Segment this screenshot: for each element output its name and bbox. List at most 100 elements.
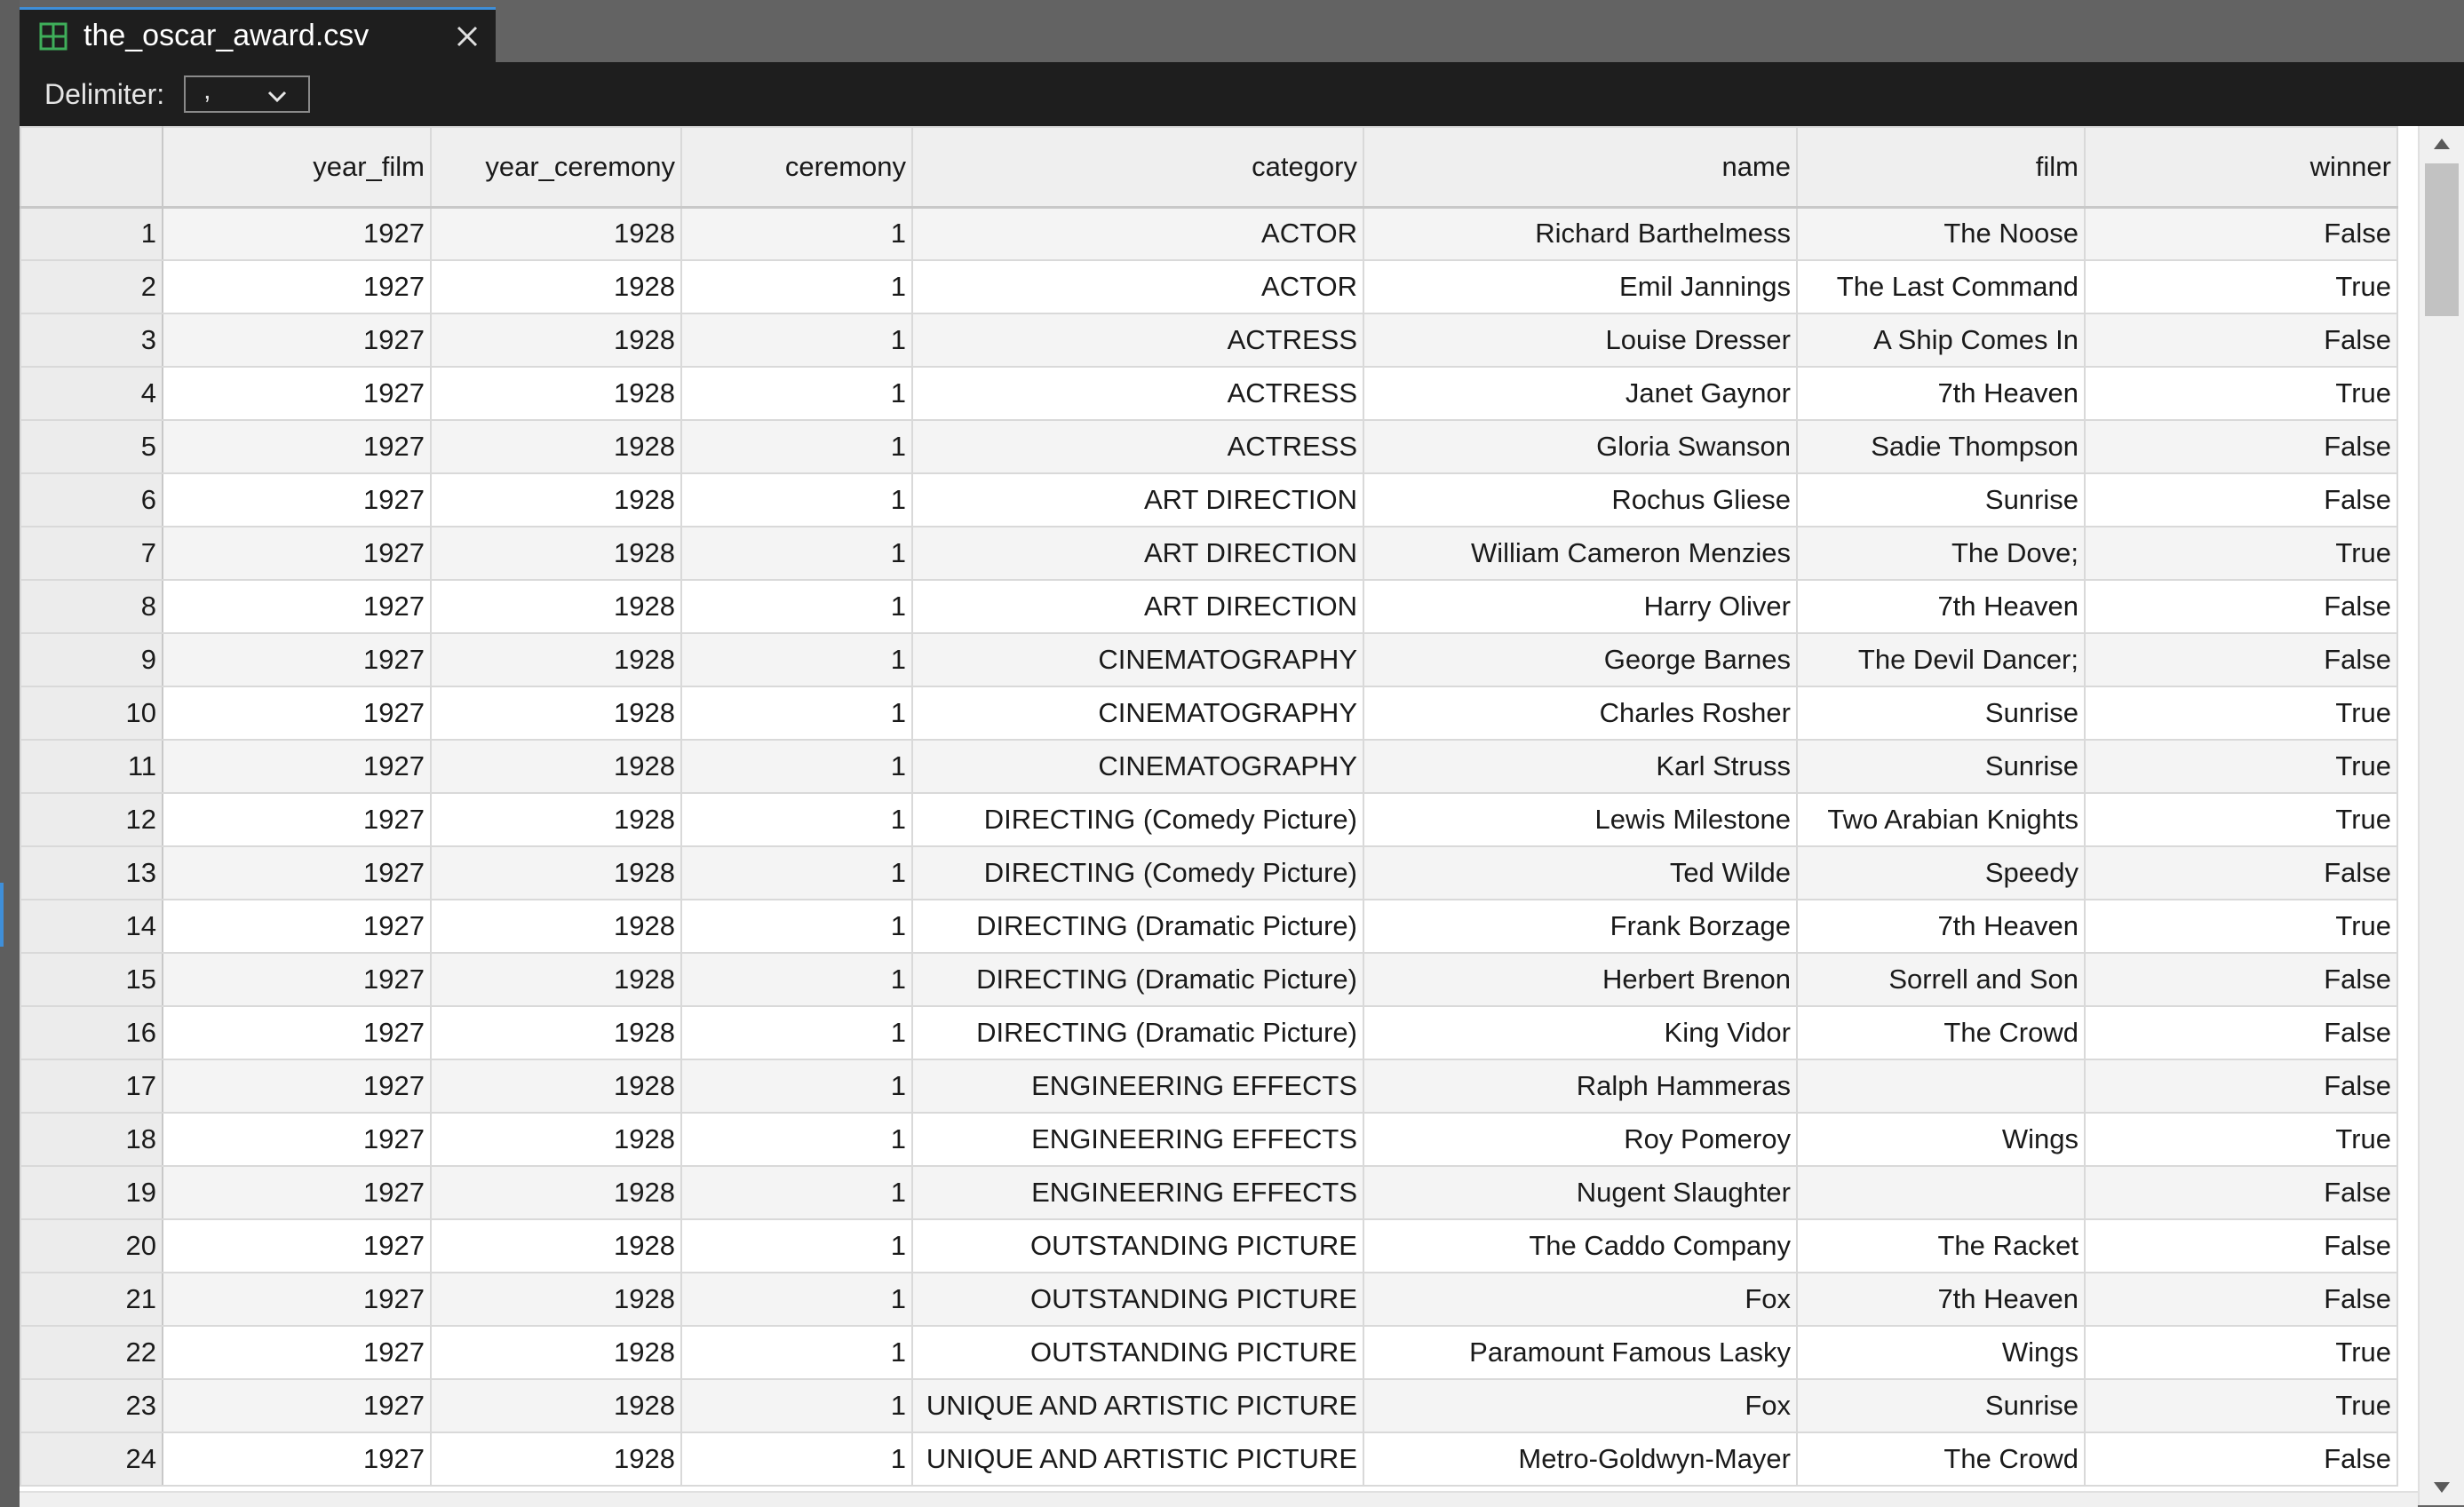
row-number-cell[interactable]: 21 (20, 1272, 163, 1327)
table-cell[interactable]: False (2084, 206, 2398, 261)
table-row[interactable]: 3 1927 1928 1 ACTRESS Louise Dresser A Ship Co… (20, 313, 2398, 368)
table-cell[interactable]: A Ship Comes In (1796, 313, 2086, 368)
table-cell[interactable]: 1927 (162, 419, 432, 474)
row-number-cell[interactable]: 3 (20, 313, 163, 368)
table-cell[interactable]: 1928 (430, 313, 682, 368)
table-cell[interactable]: ART DIRECTION (911, 579, 1364, 634)
table-cell[interactable]: 1 (680, 1218, 913, 1273)
row-number-cell[interactable]: 23 (20, 1378, 163, 1433)
table-cell[interactable]: Janet Gaynor (1363, 366, 1798, 421)
table-cell[interactable]: 1 (680, 1165, 913, 1220)
table-cell[interactable]: The Dove; (1796, 526, 2086, 581)
table-cell[interactable]: 1927 (162, 792, 432, 847)
table-cell[interactable]: False (2084, 1059, 2398, 1114)
table-row[interactable]: 1 1927 1928 1 ACTOR Richard Barthelmess The No… (20, 206, 2398, 261)
table-cell[interactable]: 1 (680, 1059, 913, 1114)
table-row[interactable]: 24 1927 1928 1 UNIQUE AND ARTISTIC PICTURE Me… (20, 1432, 2398, 1487)
tab-the-oscar-award-csv[interactable]: the_oscar_award.csv (20, 7, 496, 62)
row-number-cell[interactable]: 15 (20, 952, 163, 1007)
table-cell[interactable]: 1927 (162, 206, 432, 261)
table-cell[interactable]: 1928 (430, 1059, 682, 1114)
table-cell[interactable]: ART DIRECTION (911, 472, 1364, 527)
table-cell[interactable]: False (2084, 579, 2398, 634)
table-cell[interactable]: 1928 (430, 1378, 682, 1433)
table-row[interactable]: 14 1927 1928 1 DIRECTING (Dramatic Picture) F… (20, 899, 2398, 954)
table-cell[interactable]: False (2084, 1432, 2398, 1487)
table-cell[interactable]: False (2084, 845, 2398, 900)
table-cell[interactable]: True (2084, 1378, 2398, 1433)
table-row[interactable]: 6 1927 1928 1 ART DIRECTION Rochus Gliese Sunr… (20, 472, 2398, 527)
table-cell[interactable]: True (2084, 792, 2398, 847)
table-cell[interactable]: William Cameron Menzies (1363, 526, 1798, 581)
table-cell[interactable]: 7th Heaven (1796, 1272, 2086, 1327)
table-cell[interactable]: CINEMATOGRAPHY (911, 686, 1364, 741)
table-cell[interactable]: 1927 (162, 1112, 432, 1167)
horizontal-scrollbar[interactable] (20, 1491, 2418, 1507)
column-header[interactable]: year_film (162, 126, 432, 209)
table-cell[interactable]: 1928 (430, 206, 682, 261)
table-cell[interactable]: Karl Struss (1363, 739, 1798, 794)
column-header[interactable]: category (911, 126, 1364, 209)
row-number-cell[interactable]: 1 (20, 206, 163, 261)
table-cell[interactable]: Harry Oliver (1363, 579, 1798, 634)
table-cell[interactable]: True (2084, 526, 2398, 581)
table-cell[interactable]: 1928 (430, 1112, 682, 1167)
table-cell[interactable]: The Devil Dancer; (1796, 632, 2086, 687)
table-cell[interactable]: 1927 (162, 686, 432, 741)
table-cell[interactable]: False (2084, 632, 2398, 687)
table-cell[interactable]: ENGINEERING EFFECTS (911, 1059, 1364, 1114)
table-cell[interactable]: Sunrise (1796, 739, 2086, 794)
table-cell[interactable]: Richard Barthelmess (1363, 206, 1798, 261)
table-cell[interactable]: 1928 (430, 845, 682, 900)
table-cell[interactable]: False (2084, 1165, 2398, 1220)
table-cell[interactable]: Wings (1796, 1325, 2086, 1380)
table-cell[interactable]: 1 (680, 1112, 913, 1167)
table-cell[interactable]: 1 (680, 1272, 913, 1327)
table-row[interactable]: 15 1927 1928 1 DIRECTING (Dramatic Picture) H… (20, 952, 2398, 1007)
table-cell[interactable]: 1 (680, 632, 913, 687)
vertical-scrollbar[interactable] (2418, 126, 2464, 1505)
table-cell[interactable]: 1927 (162, 526, 432, 581)
scroll-thumb[interactable] (2425, 163, 2459, 316)
table-row[interactable]: 18 1927 1928 1 ENGINEERING EFFECTS Roy Pomero… (20, 1112, 2398, 1167)
table-cell[interactable]: 1 (680, 1005, 913, 1060)
table-cell[interactable]: False (2084, 1005, 2398, 1060)
table-cell[interactable]: True (2084, 366, 2398, 421)
table-cell[interactable]: False (2084, 952, 2398, 1007)
table-row[interactable]: 4 1927 1928 1 ACTRESS Janet Gaynor 7th Heaven T… (20, 366, 2398, 421)
table-cell[interactable]: True (2084, 259, 2398, 314)
table-cell[interactable]: 1927 (162, 579, 432, 634)
table-cell[interactable]: 1 (680, 1325, 913, 1380)
table-cell[interactable]: The Last Command (1796, 259, 2086, 314)
table-cell[interactable]: 1 (680, 526, 913, 581)
table-row[interactable]: 23 1927 1928 1 UNIQUE AND ARTISTIC PICTURE Fo… (20, 1378, 2398, 1433)
table-cell[interactable]: 1 (680, 792, 913, 847)
table-cell[interactable]: 1927 (162, 899, 432, 954)
table-row[interactable]: 19 1927 1928 1 ENGINEERING EFFECTS Nugent Sla… (20, 1165, 2398, 1220)
table-cell[interactable]: Fox (1363, 1272, 1798, 1327)
table-cell[interactable]: DIRECTING (Dramatic Picture) (911, 899, 1364, 954)
table-row[interactable]: 7 1927 1928 1 ART DIRECTION William Cameron M… (20, 526, 2398, 581)
row-number-cell[interactable]: 19 (20, 1165, 163, 1220)
table-cell[interactable]: 1928 (430, 1165, 682, 1220)
table-cell[interactable]: 1927 (162, 632, 432, 687)
table-row[interactable]: 16 1927 1928 1 DIRECTING (Dramatic Picture) K… (20, 1005, 2398, 1060)
table-cell[interactable]: King Vidor (1363, 1005, 1798, 1060)
row-number-cell[interactable]: 16 (20, 1005, 163, 1060)
table-cell[interactable]: 1928 (430, 419, 682, 474)
table-cell[interactable]: 1927 (162, 952, 432, 1007)
table-cell[interactable]: 1928 (430, 686, 682, 741)
table-cell[interactable]: Lewis Milestone (1363, 792, 1798, 847)
table-cell[interactable]: DIRECTING (Comedy Picture) (911, 792, 1364, 847)
table-cell[interactable]: 1 (680, 686, 913, 741)
table-cell[interactable]: DIRECTING (Dramatic Picture) (911, 1005, 1364, 1060)
table-cell[interactable]: 1927 (162, 1059, 432, 1114)
table-row[interactable]: 13 1927 1928 1 DIRECTING (Comedy Picture) Ted… (20, 845, 2398, 900)
table-cell[interactable]: 1 (680, 419, 913, 474)
table-cell[interactable]: 1927 (162, 1272, 432, 1327)
table-cell[interactable]: Metro-Goldwyn-Mayer (1363, 1432, 1798, 1487)
table-cell[interactable]: CINEMATOGRAPHY (911, 632, 1364, 687)
table-cell[interactable]: UNIQUE AND ARTISTIC PICTURE (911, 1378, 1364, 1433)
table-cell[interactable]: 1928 (430, 1218, 682, 1273)
table-cell[interactable]: DIRECTING (Comedy Picture) (911, 845, 1364, 900)
